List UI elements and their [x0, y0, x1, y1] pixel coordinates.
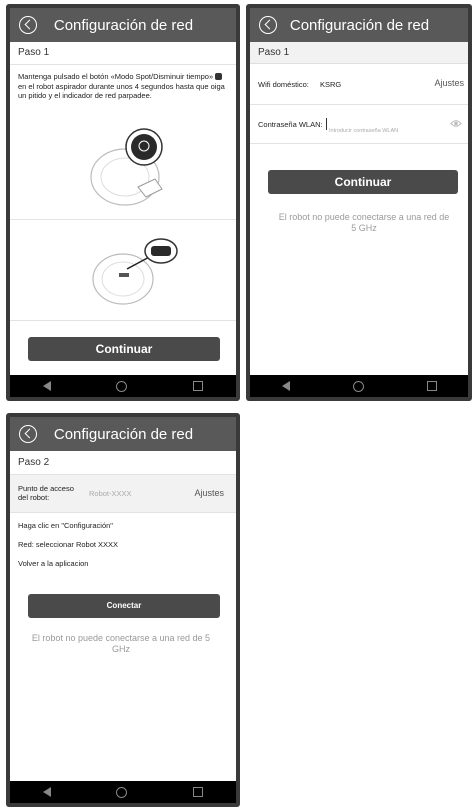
app-header: Configuración de red: [250, 8, 468, 42]
step-label: Paso 2: [18, 457, 50, 468]
divider: [10, 320, 236, 321]
wifi-row[interactable]: Wifi doméstico: KSRG Ajustes: [250, 64, 468, 105]
wifi-settings-link[interactable]: Ajustes: [434, 78, 464, 88]
phone-screen-1: Configuración de red Paso 1 Mantenga pul…: [6, 4, 240, 401]
android-nav-bar: [250, 375, 468, 397]
instruction-part-1: Mantenga pulsado el botón «Modo Spot/Dis…: [18, 72, 214, 81]
access-point-row[interactable]: Punto de acceso del robot: Robot-XXXX Aj…: [10, 474, 236, 513]
ap-value: Robot-XXXX: [89, 489, 132, 498]
back-icon[interactable]: [259, 16, 277, 34]
nav-recent-icon[interactable]: [426, 381, 437, 391]
step-label: Paso 1: [10, 42, 236, 64]
nav-home-icon[interactable]: [352, 380, 364, 392]
step-label: Paso 1: [250, 42, 468, 64]
header-title: Configuración de red: [53, 425, 194, 443]
android-nav-bar: [10, 781, 236, 803]
app-header: Configuración de red: [10, 417, 236, 451]
back-icon[interactable]: [19, 425, 37, 443]
wifi-label: Wifi doméstico:: [258, 80, 309, 89]
nav-home-icon[interactable]: [116, 380, 128, 392]
wifi-value: KSRG: [320, 80, 342, 89]
instruction-1: Haga clic en "Configuración": [18, 521, 113, 530]
screen-content: Paso 2 Punto de acceso del robot: Robot-…: [10, 451, 236, 781]
password-placeholder: Introducir contraseña WLAN: [329, 128, 399, 134]
nav-recent-icon[interactable]: [193, 381, 204, 391]
connect-button[interactable]: Conectar: [28, 594, 220, 618]
instruction-3: Volver a la aplicacion: [18, 559, 89, 568]
ap-label-line-1: Punto de acceso: [18, 484, 74, 493]
instruction-text: Mantenga pulsado el botón «Modo Spot/Dis…: [18, 72, 228, 101]
nav-back-icon[interactable]: [42, 787, 51, 797]
nav-back-icon[interactable]: [42, 381, 51, 391]
divider: [10, 64, 236, 65]
phone-screen-2: Configuración de red Paso 1 Wifi domésti…: [246, 4, 472, 401]
robot-press-illustration: [90, 128, 163, 206]
header-title: Configuración de red: [53, 16, 194, 34]
robot-indicator-illustration: [92, 238, 178, 305]
nav-back-icon[interactable]: [281, 381, 290, 391]
spot-button-icon: [215, 73, 223, 80]
back-icon[interactable]: [19, 16, 37, 34]
nav-home-icon[interactable]: [116, 786, 128, 798]
continue-button[interactable]: Continuar: [268, 170, 458, 194]
5ghz-note: El robot no puede conectarse a una red d…: [31, 633, 211, 654]
ap-label: Punto de acceso del robot:: [18, 484, 74, 502]
divider: [10, 219, 236, 220]
password-row: Contraseña WLAN: Introducir contraseña W…: [250, 105, 468, 144]
android-nav-bar: [10, 375, 236, 397]
nav-recent-icon[interactable]: [193, 787, 204, 797]
continue-button[interactable]: Continuar: [28, 337, 220, 361]
screen-content: Paso 1 Wifi doméstico: KSRG Ajustes Cont…: [250, 42, 468, 375]
header-title: Configuración de red: [289, 16, 430, 34]
instruction-part-2: en el robot aspirador durante unos 4 seg…: [18, 81, 225, 101]
phone-screen-3: Configuración de red Paso 2 Punto de acc…: [6, 413, 240, 807]
eye-icon[interactable]: [450, 119, 462, 128]
screen-content: Paso 1 Mantenga pulsado el botón «Modo S…: [10, 42, 236, 375]
5ghz-note: El robot no puede conectarse a una red d…: [278, 212, 450, 233]
app-header: Configuración de red: [10, 8, 236, 42]
password-label: Contraseña WLAN:: [258, 120, 323, 129]
ap-label-line-2: del robot:: [18, 493, 50, 502]
ap-settings-link[interactable]: Ajustes: [194, 488, 224, 498]
password-input[interactable]: Introducir contraseña WLAN: [326, 118, 445, 134]
instruction-2: Red: seleccionar Robot XXXX: [18, 540, 119, 549]
